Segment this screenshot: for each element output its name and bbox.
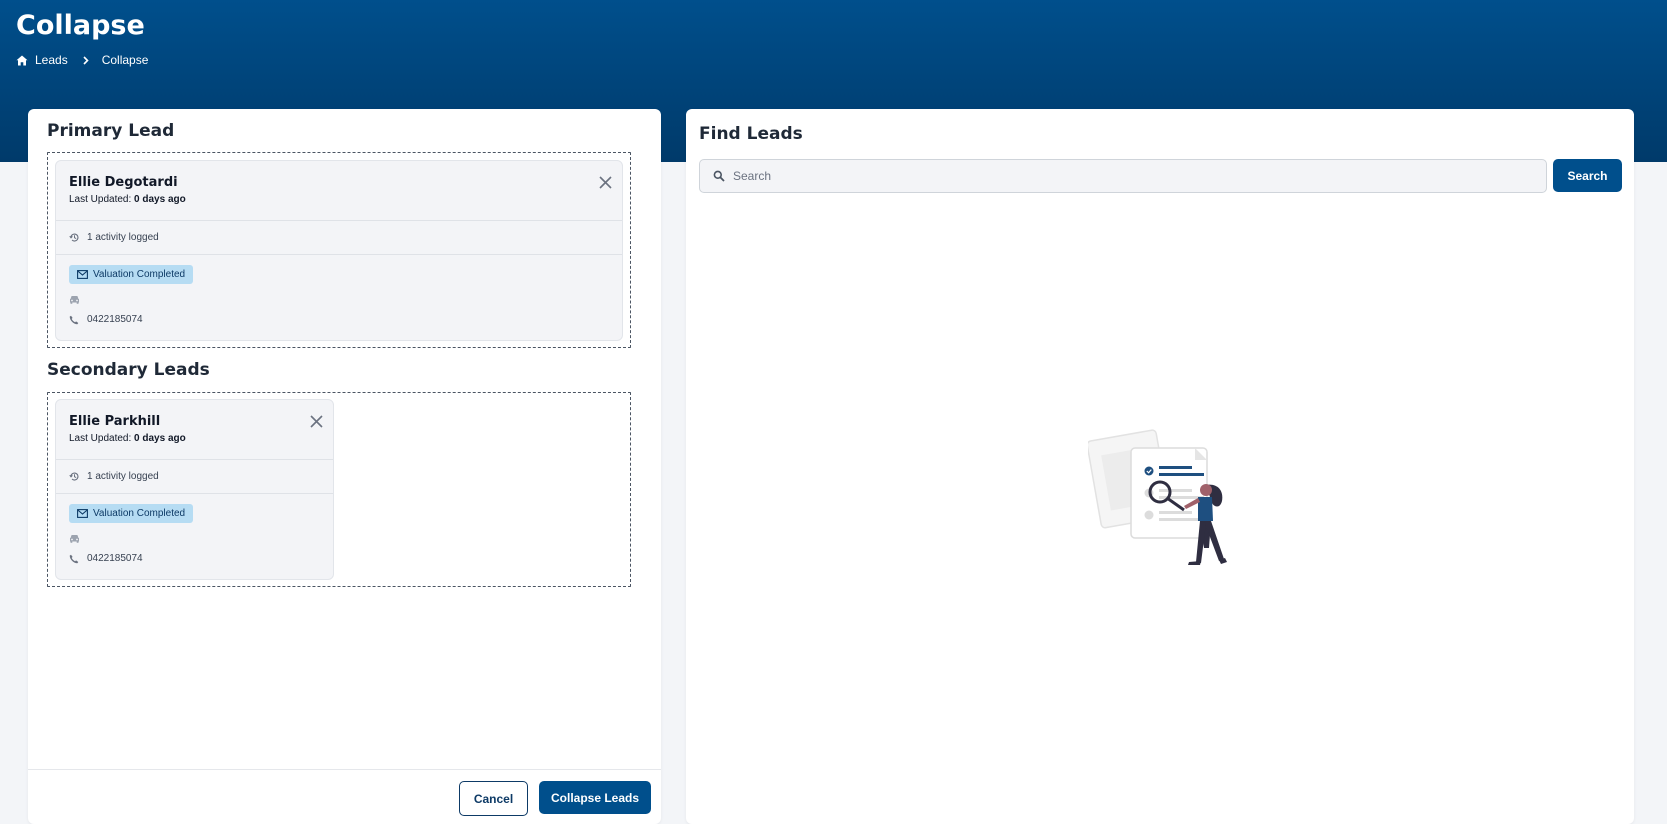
phone-icon (69, 315, 79, 324)
lead-last-updated: Last Updated: 0 days ago (69, 194, 186, 205)
lead-name: Ellie Degotardi (69, 175, 178, 190)
primary-lead-card[interactable]: Ellie Degotardi Last Updated: 0 days ago… (55, 160, 623, 341)
mail-icon (77, 509, 88, 518)
phone-row: 0422185074 (69, 553, 320, 564)
activity-row: 1 activity logged (56, 460, 333, 494)
search-input[interactable] (733, 169, 1513, 183)
breadcrumb-current: Collapse (101, 53, 149, 67)
find-leads-title: Find Leads (699, 124, 803, 144)
activity-text: 1 activity logged (87, 232, 159, 243)
lead-last-updated: Last Updated: 0 days ago (69, 433, 186, 444)
status-badge: Valuation Completed (69, 265, 194, 284)
car-icon (70, 534, 79, 543)
car-icon (70, 295, 79, 304)
status-badge-label: Valuation Completed (93, 508, 186, 519)
lead-name: Ellie Parkhill (69, 414, 161, 429)
page-title: Collapse (16, 10, 145, 41)
activity-text: 1 activity logged (87, 471, 159, 482)
search-icon (713, 170, 725, 182)
home-icon (16, 55, 28, 65)
mail-icon (77, 270, 88, 279)
phone-icon (69, 554, 79, 563)
phone-row: 0422185074 (69, 314, 609, 325)
status-badge: Valuation Completed (69, 504, 194, 523)
vehicle-row (69, 293, 609, 305)
search-button[interactable]: Search (1553, 159, 1622, 192)
history-icon (69, 472, 79, 481)
breadcrumb-leads[interactable]: Leads (16, 53, 68, 67)
cancel-button[interactable]: Cancel (459, 781, 528, 816)
primary-lead-dropzone[interactable]: Ellie Degotardi Last Updated: 0 days ago… (47, 152, 631, 348)
phone-number: 0422185074 (87, 553, 143, 564)
breadcrumb: Leads Collapse (16, 53, 148, 67)
primary-lead-title: Primary Lead (47, 121, 175, 141)
empty-search-illustration (1088, 429, 1227, 565)
close-icon[interactable] (599, 176, 612, 189)
secondary-leads-title: Secondary Leads (47, 360, 210, 380)
footer-divider (28, 769, 661, 770)
collapse-leads-button[interactable]: Collapse Leads (539, 781, 651, 814)
activity-row: 1 activity logged (56, 221, 622, 255)
close-icon[interactable] (310, 415, 323, 428)
secondary-lead-card[interactable]: Ellie Parkhill Last Updated: 0 days ago … (55, 399, 334, 580)
history-icon (69, 233, 79, 242)
chevron-right-icon (83, 55, 89, 65)
status-badge-label: Valuation Completed (93, 269, 186, 280)
vehicle-row (69, 532, 320, 544)
secondary-leads-dropzone[interactable]: Ellie Parkhill Last Updated: 0 days ago … (47, 392, 631, 587)
find-leads-panel: Find Leads Search (686, 109, 1634, 824)
collapse-panel: Primary Lead Ellie Degotardi Last Update… (28, 109, 661, 824)
breadcrumb-leads-label: Leads (35, 53, 68, 67)
search-field[interactable] (699, 159, 1547, 193)
phone-number: 0422185074 (87, 314, 143, 325)
